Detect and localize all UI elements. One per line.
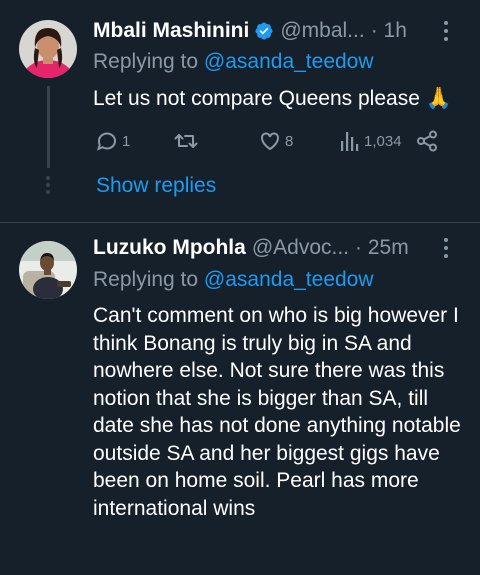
- more-options-icon[interactable]: [436, 18, 456, 44]
- display-name[interactable]: Luzuko Mpohla: [93, 236, 246, 260]
- timestamp[interactable]: · 1h: [371, 19, 407, 43]
- mention-link[interactable]: @asanda_teedow: [204, 50, 374, 73]
- like-icon: [261, 132, 279, 151]
- tweet-text: Let us not compare Queens please 🙏: [93, 87, 452, 110]
- tweet-actions: 1 8 1,034: [93, 126, 453, 156]
- user-handle[interactable]: @Advoc...: [252, 236, 349, 260]
- replying-to: Replying to @asanda_teedow: [93, 50, 374, 74]
- like-count: 8: [285, 132, 294, 150]
- verified-badge-icon: [255, 22, 273, 40]
- share-icon: [417, 130, 437, 152]
- like-button[interactable]: 8: [258, 129, 293, 153]
- share-button[interactable]: [415, 129, 439, 153]
- view-count: 1,034: [364, 132, 402, 150]
- avatar[interactable]: [19, 20, 77, 78]
- tweet-2[interactable]: Luzuko Mpohla @Advoc... · 25m Replying t…: [0, 223, 480, 552]
- more-options-icon[interactable]: [436, 235, 456, 261]
- views-icon: [341, 132, 359, 151]
- views-button[interactable]: 1,034: [339, 129, 402, 153]
- replying-prefix: Replying to: [93, 50, 204, 73]
- thread-dot: [46, 176, 50, 180]
- replying-to: Replying to @asanda_teedow: [93, 268, 374, 292]
- reply-count: 1: [122, 132, 131, 150]
- show-replies-link[interactable]: Show replies: [96, 174, 216, 198]
- retweet-button[interactable]: [173, 129, 202, 153]
- thread-dot: [46, 190, 50, 194]
- tweet-actions: [93, 545, 453, 575]
- retweet-icon: [174, 134, 198, 148]
- thread-dot: [46, 183, 50, 187]
- display-name[interactable]: Mbali Mashinini: [93, 19, 249, 43]
- tweet-1[interactable]: Mbali Mashinini @mbal... · 1h Replying t…: [0, 0, 480, 222]
- user-handle[interactable]: @mbal...: [280, 19, 364, 43]
- tweet-text: Can't comment on who is big however I th…: [93, 304, 461, 520]
- reply-button[interactable]: 1: [95, 129, 130, 153]
- thread-line: [47, 86, 50, 168]
- avatar[interactable]: [19, 241, 77, 299]
- mention-link[interactable]: @asanda_teedow: [204, 268, 374, 291]
- timestamp[interactable]: · 25m: [355, 236, 409, 260]
- reply-icon: [96, 132, 116, 151]
- replying-prefix: Replying to: [93, 268, 204, 291]
